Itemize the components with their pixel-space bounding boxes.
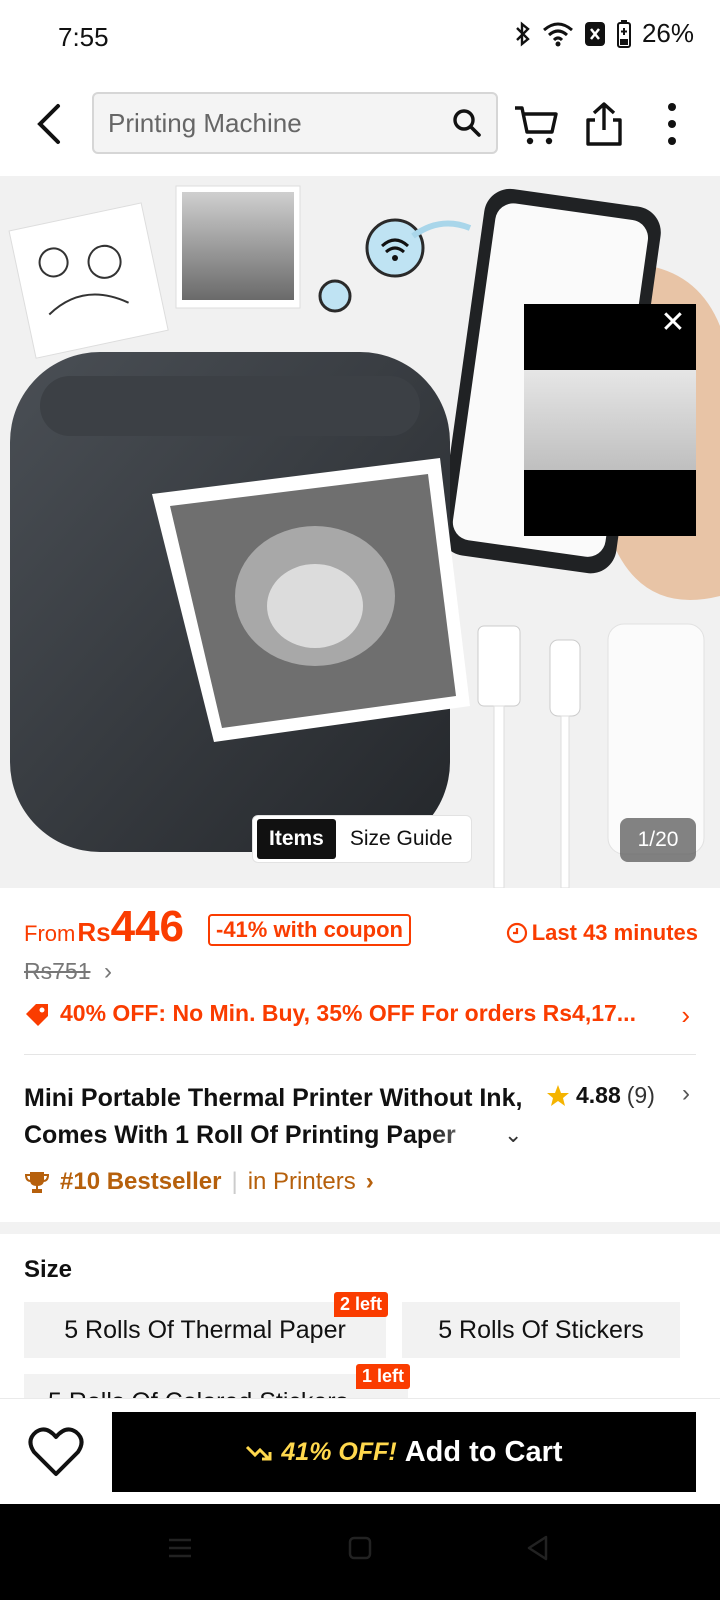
battery-percent: 26% <box>641 18 694 48</box>
coupon-badge[interactable]: -41% with coupon <box>208 914 411 946</box>
battery-icon <box>616 19 631 48</box>
original-price[interactable]: Rs751 <box>24 958 90 985</box>
bestseller-chevron-icon: › <box>365 1168 374 1195</box>
rating-chevron-icon[interactable]: › <box>682 1080 690 1108</box>
tab-items[interactable]: Items <box>257 819 336 859</box>
back-nav-icon[interactable] <box>524 1534 552 1562</box>
price-amount: 446 <box>110 902 184 951</box>
promo-text: 40% OFF: No Min. Buy, 35% OFF For orders… <box>60 1000 636 1026</box>
section-divider <box>0 1222 720 1234</box>
trophy-icon <box>24 1172 50 1193</box>
price-from: From <box>24 921 76 946</box>
bestseller-badge[interactable]: #10 Bestseller | in Printers › <box>24 1168 374 1196</box>
timer-text: Last 43 minutes <box>531 920 698 945</box>
star-icon <box>547 1084 569 1106</box>
tab-size-guide[interactable]: Size Guide <box>336 819 467 859</box>
cart-label: Add to Cart <box>404 1435 563 1468</box>
bestseller-category: in Printers <box>247 1168 356 1195</box>
rating[interactable]: 4.88 (9) <box>546 1082 655 1109</box>
rating-count: (9) <box>626 1082 655 1108</box>
promo-banner[interactable]: 40% OFF: No Min. Buy, 35% OFF For orders… <box>24 1000 636 1027</box>
deal-timer: Last 43 minutes <box>506 920 698 946</box>
recents-icon[interactable] <box>166 1534 194 1562</box>
heart-icon[interactable] <box>28 1426 84 1478</box>
chevron-right-icon[interactable]: › <box>104 958 112 986</box>
status-time: 7:55 <box>58 22 109 52</box>
size-label: Size <box>24 1256 73 1283</box>
rating-score: 4.88 <box>576 1082 621 1108</box>
chevron-down-icon[interactable]: ⌄ <box>504 1122 522 1148</box>
size-option-label: 5 Rolls Of Thermal Paper <box>64 1315 346 1344</box>
close-icon[interactable]: ✕ <box>658 308 688 338</box>
bluetooth-icon <box>516 20 530 47</box>
wifi-icon <box>542 22 573 46</box>
clock-icon <box>506 922 527 944</box>
size-option-label: 5 Rolls Of Stickers <box>438 1315 644 1344</box>
cart-icon[interactable] <box>512 100 560 148</box>
search-input[interactable]: Printing Machine <box>92 92 498 154</box>
stock-badge: 2 left <box>334 1292 389 1317</box>
search-value: Printing Machine <box>108 107 302 138</box>
video-thumbnail[interactable]: ✕ <box>524 304 696 536</box>
bestseller-separator: | <box>231 1168 238 1195</box>
size-option-stickers[interactable]: 5 Rolls Of Stickers <box>402 1302 680 1358</box>
more-vert-icon[interactable] <box>648 100 696 148</box>
tag-icon <box>26 1003 48 1026</box>
system-nav-bar <box>0 1504 720 1600</box>
divider <box>24 1054 696 1055</box>
cart-discount: 41% OFF! <box>281 1437 397 1466</box>
search-icon[interactable] <box>452 108 482 138</box>
price-block: From Rs 446 <box>24 902 184 952</box>
price-currency: Rs <box>77 917 111 947</box>
bestseller-rank: #10 Bestseller <box>60 1168 222 1195</box>
promo-chevron-icon[interactable]: › <box>681 1000 690 1031</box>
size-option-thermal-paper[interactable]: 5 Rolls Of Thermal Paper <box>24 1302 386 1358</box>
title-fade <box>430 1117 510 1155</box>
status-icons: 26% <box>514 18 694 49</box>
sim-icon <box>584 21 605 46</box>
home-icon[interactable] <box>346 1534 374 1562</box>
share-icon[interactable] <box>580 100 628 148</box>
image-counter: 1/20 <box>620 818 696 862</box>
back-icon[interactable] <box>32 102 68 146</box>
trend-down-icon <box>246 1445 272 1461</box>
video-frame <box>524 370 696 470</box>
stock-badge: 1 left <box>356 1364 411 1389</box>
add-to-cart-button[interactable]: 41% OFF! Add to Cart <box>112 1412 696 1492</box>
gallery-tabs: Items Size Guide <box>252 815 472 863</box>
